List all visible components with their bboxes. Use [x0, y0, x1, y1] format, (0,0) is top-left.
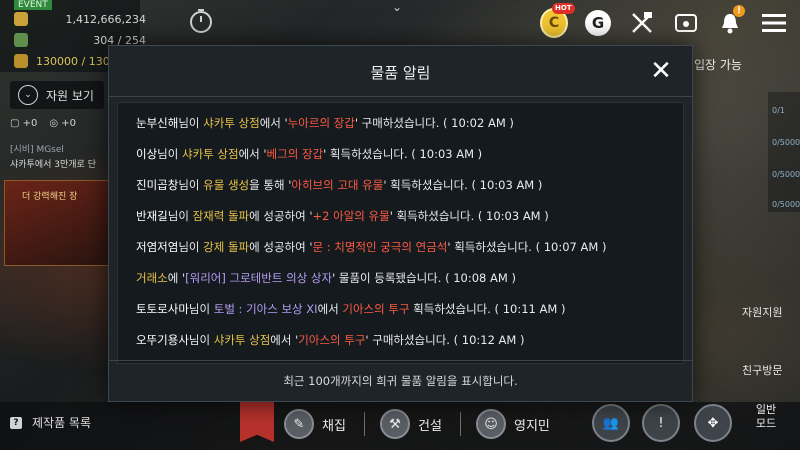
friend-visit-button[interactable]: 친구방문: [742, 362, 782, 378]
gather-button[interactable]: ✎ 채집: [284, 407, 346, 441]
divider: [364, 412, 365, 436]
item-name: 아히브의 고대 유물: [291, 178, 384, 192]
item-name: +2 아알의 유물: [312, 209, 390, 223]
item-name: 문 : 치명적인 궁극의 연금석: [312, 240, 448, 254]
dialog-footer: 최근 100개까지의 희귀 물품 알림을 표시합니다.: [109, 360, 692, 401]
build-label: 건설: [418, 418, 442, 434]
side-value: 0/5000: [772, 200, 800, 209]
hot-badge: HOT: [552, 3, 575, 14]
item-name: 기아스의 투구: [342, 302, 410, 316]
hamburger-menu-icon: [762, 14, 786, 32]
gold-icon: [14, 12, 28, 26]
list-item: 눈부신해님이 샤카투 상점에서 '누아르의 장갑' 구매하셨습니다. ( 10:…: [136, 116, 514, 130]
entry-available-label[interactable]: 입장 가능: [694, 56, 742, 73]
item-notification-dialog: 물품 알림 ✕ 눈부신해님이 샤카투 상점에서 '누아르의 장갑' 구매하셨습니…: [108, 45, 693, 402]
move-button[interactable]: ✥: [694, 404, 732, 442]
top-right-toolbar: C HOT G !: [540, 3, 788, 40]
chat-line[interactable]: [시비] MGsel: [10, 142, 64, 155]
gold-stat: 1,412,666,234: [14, 12, 146, 26]
alert-button[interactable]: !: [642, 404, 680, 442]
list-item: 저염저염님이 강제 돌파에 성공하여 '문 : 치명적인 궁극의 연금석' 획득…: [136, 240, 607, 254]
bell-alert-badge: !: [733, 5, 745, 17]
chat-counter-1: ▢ +0: [10, 118, 38, 129]
group-button[interactable]: 👥: [592, 404, 630, 442]
right-side-resource-panel: 0/1 0/5000 0/5000 0/5000: [768, 92, 800, 212]
player-name: 반재길: [136, 209, 168, 223]
chat-counters: ▢ +0 ◎ +0: [10, 118, 76, 129]
storage-box-icon: [675, 14, 697, 32]
promo-banner-text: 더 강력해진 장: [22, 192, 78, 202]
energy-icon: [14, 54, 28, 68]
item-name: 기아스의 투구: [298, 333, 366, 347]
divider: [460, 412, 461, 436]
side-value: 0/5000: [772, 138, 800, 147]
exclamation-icon: !: [658, 415, 664, 431]
player-name: 오뚜기용사: [136, 333, 189, 347]
source-name: 토벌 : 기아스 보상 XI: [213, 302, 318, 316]
list-item: 거래소에 '[워리어] 그로테반트 의상 상자' 물품이 등록됐습니다. ( 1…: [136, 271, 516, 285]
dialog-header: 물품 알림 ✕: [109, 46, 692, 97]
build-button[interactable]: ⚒ 건설: [380, 407, 442, 441]
crossed-axes-icon: [632, 12, 652, 33]
resource-view-button[interactable]: ⌄ 자원 보기: [10, 81, 104, 109]
player-name: 토토로사마: [136, 302, 189, 316]
list-item: 진미곱창님이 유물 생성을 통해 '아히브의 고대 유물' 획득하셨습니다. (…: [136, 178, 543, 192]
population-icon: [14, 33, 28, 47]
item-name: 베그의 장갑: [266, 147, 324, 161]
side-value: 0/1: [772, 106, 785, 115]
source-name: 유물 생성: [203, 178, 250, 192]
storage-button[interactable]: [672, 9, 700, 37]
normal-mode-button[interactable]: 일반 모드: [748, 403, 784, 431]
player-name: 눈부신해: [136, 116, 179, 130]
menu-button[interactable]: [760, 9, 788, 37]
g-icon: G: [585, 10, 611, 36]
chat-line[interactable]: 샤카투에서 3만개로 단: [10, 157, 96, 170]
item-name: 누아르의 장갑: [287, 116, 355, 130]
notification-bell-button[interactable]: !: [716, 5, 745, 37]
crossed-axes-button[interactable]: [628, 9, 656, 37]
shop-coin-button[interactable]: C HOT: [540, 3, 575, 38]
chevron-down-icon: ⌄: [18, 85, 38, 105]
residents-label: 영지민: [514, 418, 550, 434]
craft-list-button[interactable]: ? 제작품 목록: [10, 414, 91, 431]
chevron-down-icon[interactable]: ⌄: [392, 0, 402, 14]
dialog-title: 물품 알림: [370, 64, 431, 82]
hammer-icon: ⚒: [380, 409, 410, 439]
list-item: 이상님이 샤카투 상점에서 '베그의 장갑' 획득하셨습니다. ( 10:03 …: [136, 147, 483, 161]
help-icon: ?: [10, 416, 22, 429]
source-name: 강제 돌파: [203, 240, 250, 254]
list-item: 토토로사마님이 토벌 : 기아스 보상 XI에서 기아스의 투구 획득하셨습니다…: [136, 302, 566, 316]
source-name: 샤카투 상점: [213, 333, 271, 347]
side-value: 0/5000: [772, 170, 800, 179]
mode-label-2: 모드: [755, 417, 777, 430]
list-item: 오뚜기용사님이 샤카투 상점에서 '기아스의 투구' 구매하셨습니다. ( 10…: [136, 333, 525, 347]
list-item: 반재길님이 잠재력 돌파에 성공하여 '+2 아알의 유물' 획득하셨습니다. …: [136, 209, 549, 223]
source-name: 샤카투 상점: [203, 116, 260, 130]
player-name: 진미곱창: [136, 178, 179, 192]
gold-value: 1,412,666,234: [65, 12, 146, 26]
close-button[interactable]: ✕: [645, 58, 677, 84]
gather-label: 채집: [322, 418, 346, 434]
mode-label-1: 일반: [755, 403, 777, 416]
source-name: [워리어] 그로테반트 의상 상자: [185, 271, 333, 285]
source-name: 샤카투 상점: [182, 147, 239, 161]
chat-counter-2: ◎ +0: [49, 118, 77, 129]
event-badge: EVENT: [14, 0, 52, 10]
player-name: 이상: [136, 147, 158, 161]
notification-list: 눈부신해님이 샤카투 상점에서 '누아르의 장갑' 구매하셨습니다. ( 10:…: [117, 102, 684, 364]
timer-icon[interactable]: [188, 8, 214, 34]
residents-button[interactable]: ☺ 영지민: [476, 407, 550, 441]
group-icon: 👥: [602, 415, 620, 431]
player-name: 거래소: [136, 271, 168, 285]
person-icon: ☺: [476, 409, 506, 439]
player-name: 저염저염: [136, 240, 179, 254]
g-button[interactable]: G: [584, 9, 612, 37]
source-name: 잠재력 돌파: [192, 209, 250, 223]
craft-list-label: 제작품 목록: [32, 416, 92, 430]
gather-icon: ✎: [284, 409, 314, 439]
resource-support-button[interactable]: 자원지원: [742, 304, 782, 320]
crosshair-icon: ✥: [707, 415, 719, 431]
resource-view-label: 자원 보기: [46, 88, 94, 103]
footer-note: 최근 100개까지의 희귀 물품 알림을 표시합니다.: [283, 374, 518, 388]
